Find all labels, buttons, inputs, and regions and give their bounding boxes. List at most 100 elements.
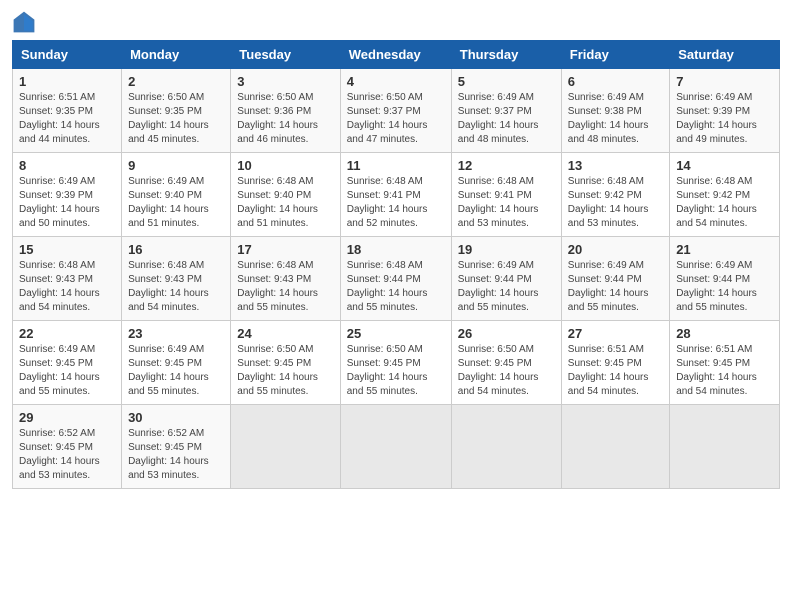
day-info: Sunrise: 6:49 AMSunset: 9:44 PMDaylight:…: [458, 260, 539, 313]
day-info: Sunrise: 6:49 AMSunset: 9:44 PMDaylight:…: [568, 260, 649, 313]
calendar-header-row: SundayMondayTuesdayWednesdayThursdayFrid…: [13, 41, 780, 69]
calendar-cell: 3 Sunrise: 6:50 AMSunset: 9:36 PMDayligh…: [231, 69, 340, 153]
calendar-cell: 28 Sunrise: 6:51 AMSunset: 9:45 PMDaylig…: [670, 321, 780, 405]
calendar-week-row: 29 Sunrise: 6:52 AMSunset: 9:45 PMDaylig…: [13, 405, 780, 489]
page: SundayMondayTuesdayWednesdayThursdayFrid…: [0, 0, 792, 612]
day-number: 14: [676, 158, 773, 173]
day-info: Sunrise: 6:48 AMSunset: 9:42 PMDaylight:…: [568, 176, 649, 229]
day-info: Sunrise: 6:48 AMSunset: 9:41 PMDaylight:…: [347, 176, 428, 229]
day-number: 25: [347, 326, 445, 341]
day-of-week-header: Tuesday: [231, 41, 340, 69]
day-number: 30: [128, 410, 224, 425]
day-number: 6: [568, 74, 663, 89]
day-info: Sunrise: 6:49 AMSunset: 9:40 PMDaylight:…: [128, 176, 209, 229]
calendar-cell: 2 Sunrise: 6:50 AMSunset: 9:35 PMDayligh…: [122, 69, 231, 153]
day-info: Sunrise: 6:48 AMSunset: 9:44 PMDaylight:…: [347, 260, 428, 313]
day-number: 27: [568, 326, 663, 341]
calendar-week-row: 8 Sunrise: 6:49 AMSunset: 9:39 PMDayligh…: [13, 153, 780, 237]
calendar-cell: 5 Sunrise: 6:49 AMSunset: 9:37 PMDayligh…: [451, 69, 561, 153]
day-number: 15: [19, 242, 115, 257]
day-number: 16: [128, 242, 224, 257]
day-number: 21: [676, 242, 773, 257]
day-number: 4: [347, 74, 445, 89]
day-number: 8: [19, 158, 115, 173]
calendar-cell: 24 Sunrise: 6:50 AMSunset: 9:45 PMDaylig…: [231, 321, 340, 405]
logo: [12, 10, 40, 34]
calendar-cell: 21 Sunrise: 6:49 AMSunset: 9:44 PMDaylig…: [670, 237, 780, 321]
day-info: Sunrise: 6:50 AMSunset: 9:36 PMDaylight:…: [237, 92, 318, 145]
day-number: 12: [458, 158, 555, 173]
day-info: Sunrise: 6:49 AMSunset: 9:44 PMDaylight:…: [676, 260, 757, 313]
day-of-week-header: Saturday: [670, 41, 780, 69]
calendar-cell: 20 Sunrise: 6:49 AMSunset: 9:44 PMDaylig…: [561, 237, 669, 321]
day-of-week-header: Friday: [561, 41, 669, 69]
day-info: Sunrise: 6:51 AMSunset: 9:45 PMDaylight:…: [568, 344, 649, 397]
calendar-cell: 13 Sunrise: 6:48 AMSunset: 9:42 PMDaylig…: [561, 153, 669, 237]
day-number: 29: [19, 410, 115, 425]
day-info: Sunrise: 6:48 AMSunset: 9:40 PMDaylight:…: [237, 176, 318, 229]
day-info: Sunrise: 6:49 AMSunset: 9:37 PMDaylight:…: [458, 92, 539, 145]
calendar-week-row: 22 Sunrise: 6:49 AMSunset: 9:45 PMDaylig…: [13, 321, 780, 405]
day-number: 28: [676, 326, 773, 341]
day-number: 24: [237, 326, 333, 341]
day-info: Sunrise: 6:50 AMSunset: 9:35 PMDaylight:…: [128, 92, 209, 145]
day-info: Sunrise: 6:50 AMSunset: 9:45 PMDaylight:…: [237, 344, 318, 397]
calendar-cell: 9 Sunrise: 6:49 AMSunset: 9:40 PMDayligh…: [122, 153, 231, 237]
calendar-cell: 8 Sunrise: 6:49 AMSunset: 9:39 PMDayligh…: [13, 153, 122, 237]
day-info: Sunrise: 6:50 AMSunset: 9:37 PMDaylight:…: [347, 92, 428, 145]
calendar-cell: 17 Sunrise: 6:48 AMSunset: 9:43 PMDaylig…: [231, 237, 340, 321]
logo-icon: [12, 10, 36, 34]
calendar-cell: 11 Sunrise: 6:48 AMSunset: 9:41 PMDaylig…: [340, 153, 451, 237]
calendar-table: SundayMondayTuesdayWednesdayThursdayFrid…: [12, 40, 780, 489]
calendar-cell: 14 Sunrise: 6:48 AMSunset: 9:42 PMDaylig…: [670, 153, 780, 237]
calendar-cell: 23 Sunrise: 6:49 AMSunset: 9:45 PMDaylig…: [122, 321, 231, 405]
day-info: Sunrise: 6:49 AMSunset: 9:39 PMDaylight:…: [19, 176, 100, 229]
day-number: 10: [237, 158, 333, 173]
day-number: 20: [568, 242, 663, 257]
day-of-week-header: Monday: [122, 41, 231, 69]
day-number: 22: [19, 326, 115, 341]
day-info: Sunrise: 6:48 AMSunset: 9:43 PMDaylight:…: [237, 260, 318, 313]
day-number: 11: [347, 158, 445, 173]
day-info: Sunrise: 6:49 AMSunset: 9:39 PMDaylight:…: [676, 92, 757, 145]
day-number: 9: [128, 158, 224, 173]
day-number: 5: [458, 74, 555, 89]
header: [12, 10, 780, 34]
calendar-cell: 26 Sunrise: 6:50 AMSunset: 9:45 PMDaylig…: [451, 321, 561, 405]
calendar-cell: [231, 405, 340, 489]
day-info: Sunrise: 6:52 AMSunset: 9:45 PMDaylight:…: [19, 428, 100, 481]
calendar-cell: 12 Sunrise: 6:48 AMSunset: 9:41 PMDaylig…: [451, 153, 561, 237]
day-number: 7: [676, 74, 773, 89]
calendar-cell: 30 Sunrise: 6:52 AMSunset: 9:45 PMDaylig…: [122, 405, 231, 489]
calendar-cell: 27 Sunrise: 6:51 AMSunset: 9:45 PMDaylig…: [561, 321, 669, 405]
day-info: Sunrise: 6:49 AMSunset: 9:45 PMDaylight:…: [19, 344, 100, 397]
calendar-cell: 19 Sunrise: 6:49 AMSunset: 9:44 PMDaylig…: [451, 237, 561, 321]
calendar-cell: 29 Sunrise: 6:52 AMSunset: 9:45 PMDaylig…: [13, 405, 122, 489]
day-number: 13: [568, 158, 663, 173]
calendar-week-row: 15 Sunrise: 6:48 AMSunset: 9:43 PMDaylig…: [13, 237, 780, 321]
day-info: Sunrise: 6:48 AMSunset: 9:43 PMDaylight:…: [128, 260, 209, 313]
calendar-cell: 25 Sunrise: 6:50 AMSunset: 9:45 PMDaylig…: [340, 321, 451, 405]
calendar-cell: 22 Sunrise: 6:49 AMSunset: 9:45 PMDaylig…: [13, 321, 122, 405]
day-number: 1: [19, 74, 115, 89]
calendar-cell: 1 Sunrise: 6:51 AMSunset: 9:35 PMDayligh…: [13, 69, 122, 153]
day-number: 2: [128, 74, 224, 89]
calendar-cell: [340, 405, 451, 489]
day-number: 19: [458, 242, 555, 257]
day-info: Sunrise: 6:52 AMSunset: 9:45 PMDaylight:…: [128, 428, 209, 481]
day-info: Sunrise: 6:48 AMSunset: 9:42 PMDaylight:…: [676, 176, 757, 229]
calendar-week-row: 1 Sunrise: 6:51 AMSunset: 9:35 PMDayligh…: [13, 69, 780, 153]
day-number: 26: [458, 326, 555, 341]
calendar-cell: 10 Sunrise: 6:48 AMSunset: 9:40 PMDaylig…: [231, 153, 340, 237]
day-of-week-header: Sunday: [13, 41, 122, 69]
calendar-cell: 7 Sunrise: 6:49 AMSunset: 9:39 PMDayligh…: [670, 69, 780, 153]
calendar-cell: [670, 405, 780, 489]
day-info: Sunrise: 6:50 AMSunset: 9:45 PMDaylight:…: [347, 344, 428, 397]
calendar-cell: 6 Sunrise: 6:49 AMSunset: 9:38 PMDayligh…: [561, 69, 669, 153]
calendar-cell: 18 Sunrise: 6:48 AMSunset: 9:44 PMDaylig…: [340, 237, 451, 321]
day-number: 23: [128, 326, 224, 341]
calendar-cell: 15 Sunrise: 6:48 AMSunset: 9:43 PMDaylig…: [13, 237, 122, 321]
calendar-cell: 16 Sunrise: 6:48 AMSunset: 9:43 PMDaylig…: [122, 237, 231, 321]
day-info: Sunrise: 6:51 AMSunset: 9:35 PMDaylight:…: [19, 92, 100, 145]
day-info: Sunrise: 6:48 AMSunset: 9:41 PMDaylight:…: [458, 176, 539, 229]
